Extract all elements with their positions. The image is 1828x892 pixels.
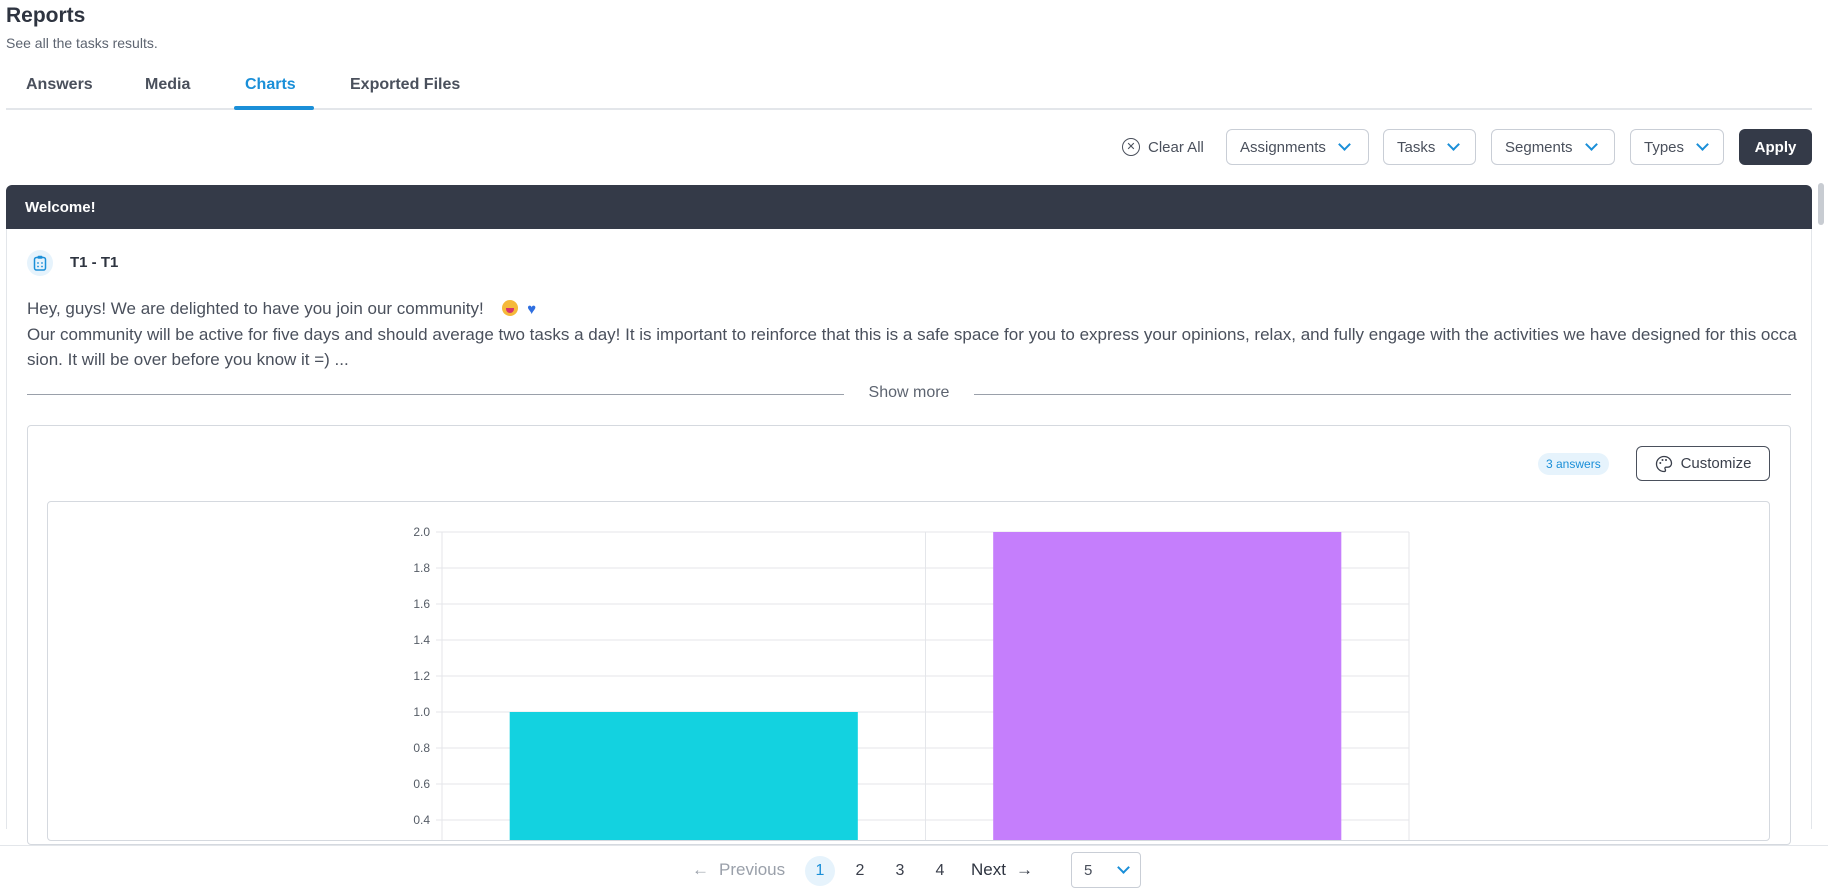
y-tick-label: 0.6 [413,777,430,791]
tab-answers[interactable]: Answers [26,76,93,94]
y-tick-label: 2.0 [413,525,430,539]
divider [27,394,844,395]
tab-media[interactable]: Media [145,76,190,94]
page-title: Reports [6,4,86,27]
section-title: Welcome! [25,199,96,216]
y-tick-label: 1.8 [413,561,430,575]
segments-dropdown[interactable]: Segments [1491,129,1615,165]
message-line-1: Hey, guys! We are delighted to have you … [27,299,536,319]
previous-label: Previous [719,860,786,879]
arrow-right-icon: → [1015,860,1033,879]
chart-bar [993,532,1342,840]
tab-bar: Answers Media Charts Exported Files [6,72,1812,110]
page-size-select[interactable]: 5 [1071,852,1141,888]
palette-icon [1655,455,1672,472]
y-tick-label: 1.0 [413,705,430,719]
scrollbar[interactable] [1818,183,1824,225]
chart-frame: 0.4 0.6 0.8 1.0 1.2 1.4 1.6 1.8 2.0 [47,501,1770,841]
bar-chart: 0.4 0.6 0.8 1.0 1.2 1.4 1.6 1.8 2.0 [413,525,1410,840]
message-line-2: Our community will be active for five da… [27,325,1797,369]
answers-badge: 3 answers [1538,453,1609,475]
show-more-button[interactable]: Show more [844,384,974,402]
assignments-label: Assignments [1240,138,1326,156]
active-tab-indicator [234,106,314,110]
page-size-value: 5 [1084,861,1093,879]
types-dropdown[interactable]: Types [1630,129,1724,165]
page-2-button[interactable]: 2 [845,856,875,886]
customize-label: Customize [1680,455,1752,472]
blue-heart-icon: ♥ [527,301,537,318]
tab-exported-files[interactable]: Exported Files [350,76,460,94]
page-1-button[interactable]: 1 [805,856,835,886]
y-tick-label: 1.4 [413,633,430,647]
divider [974,394,1791,395]
close-circle-icon: ✕ [1122,138,1140,156]
y-tick-label: 1.2 [413,669,430,683]
page-subtitle: See all the tasks results. [6,35,158,51]
y-tick-label: 0.8 [413,741,430,755]
tasks-label: Tasks [1397,138,1436,156]
previous-page-button[interactable]: ← Previous [692,860,785,880]
chevron-down-icon [1696,138,1709,151]
apply-button[interactable]: Apply [1739,129,1812,165]
segments-label: Segments [1505,138,1573,156]
chevron-down-icon [1447,138,1461,151]
chevron-down-icon [1117,861,1130,874]
customize-button[interactable]: Customize [1636,446,1770,481]
grinning-face-icon [502,300,519,316]
tab-charts[interactable]: Charts [245,76,296,94]
arrow-left-icon: ← [692,860,709,879]
chart-bar [509,712,858,840]
section-header: Welcome! [6,185,1812,229]
types-label: Types [1644,138,1685,156]
message-text-1: Hey, guys! We are delighted to have you … [27,299,484,318]
y-tick-label: 0.4 [413,813,430,827]
assignments-dropdown[interactable]: Assignments [1226,129,1369,165]
tasks-dropdown[interactable]: Tasks [1383,129,1476,165]
page-3-button[interactable]: 3 [885,856,915,886]
chevron-down-icon [1584,138,1598,151]
next-page-button[interactable]: Next → [971,860,1033,880]
next-label: Next [971,860,1006,879]
clear-all-button[interactable]: ✕ Clear All [1122,129,1204,165]
page-4-button[interactable]: 4 [925,856,955,886]
chevron-down-icon [1338,138,1351,151]
y-tick-label: 1.6 [413,597,430,611]
task-label: T1 - T1 [70,254,119,271]
clipboard-icon [27,250,53,276]
clear-all-label: Clear All [1148,138,1204,156]
